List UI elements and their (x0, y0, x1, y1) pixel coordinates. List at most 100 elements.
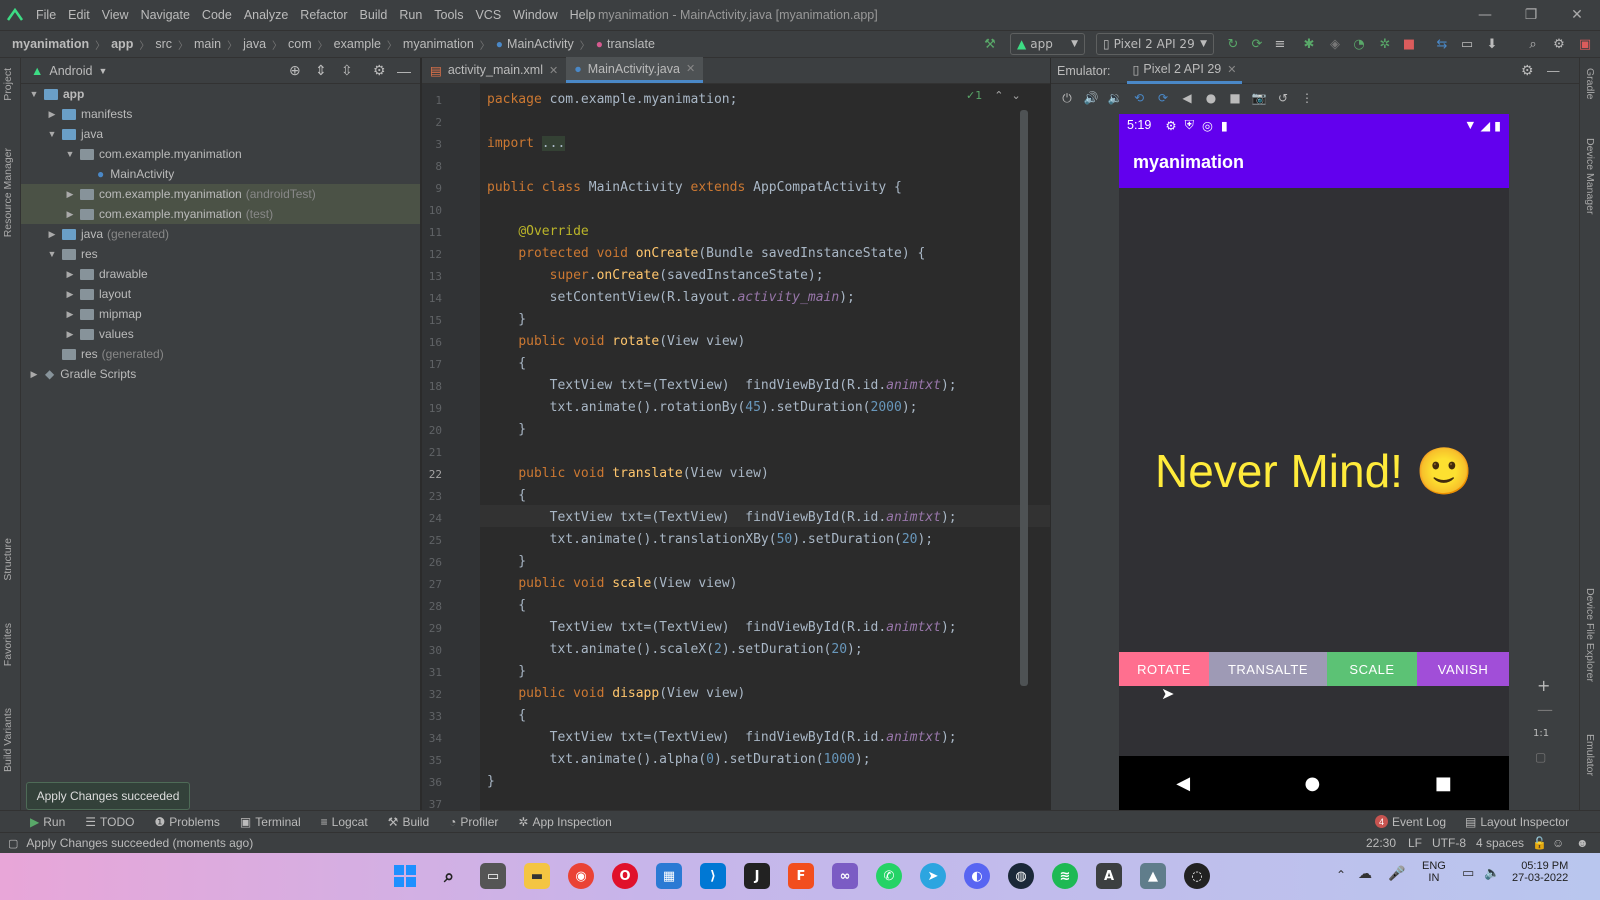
code-line[interactable]: { (487, 598, 526, 613)
code-line[interactable]: TextView txt=(TextView) findViewById(R.i… (487, 620, 957, 635)
home-icon[interactable]: ● (1201, 91, 1221, 105)
menu-navigate[interactable]: Navigate (135, 8, 196, 22)
tab-mainactivity-java[interactable]: ● MainActivity.java ✕ (566, 57, 704, 83)
close-tab-icon[interactable]: ✕ (1227, 63, 1236, 76)
overview-icon[interactable]: ■ (1435, 773, 1452, 794)
task-view-icon[interactable]: ▭ (480, 863, 506, 889)
code-line[interactable]: import ... (487, 136, 566, 151)
windows-start-icon[interactable] (392, 863, 418, 889)
chevron-down-icon[interactable]: ▼ (98, 66, 107, 76)
clock[interactable]: 05:19 PM 27-03-2022 (1512, 860, 1568, 884)
run-tool-button[interactable]: ▶ Run (0, 815, 75, 829)
menu-tools[interactable]: Tools (428, 8, 469, 22)
more-icon[interactable]: ⋮ (1297, 91, 1317, 105)
rotate-button[interactable]: ROTATE (1119, 652, 1209, 686)
tree-item-package-androidtest[interactable]: ▶ com.example.myanimation (androidTest) (21, 184, 420, 204)
menu-help[interactable]: Help (564, 8, 602, 22)
tree-item-app[interactable]: ▼ app (21, 84, 420, 104)
editor-scrollbar[interactable] (1020, 110, 1028, 686)
build-tool-button[interactable]: ⚒ Build (378, 815, 439, 829)
settings-icon[interactable]: ⚙ (1550, 35, 1568, 53)
vanish-button[interactable]: VANISH (1417, 652, 1509, 686)
tree-item-package-test[interactable]: ▶ com.example.myanimation (test) (21, 204, 420, 224)
close-tab-icon[interactable]: ✕ (549, 64, 558, 77)
coverage-icon[interactable]: ◈ (1326, 35, 1344, 53)
tree-item-mainactivity[interactable]: ● MainActivity (21, 164, 420, 184)
build-variants-tab[interactable]: Build Variants (2, 708, 14, 772)
code-line[interactable]: public void rotate(View view) (487, 334, 745, 349)
code-line[interactable]: } (487, 554, 526, 569)
tree-item-package[interactable]: ▼ com.example.myanimation (21, 144, 420, 164)
menu-build[interactable]: Build (354, 8, 394, 22)
status-panel-icon[interactable]: ▢ (8, 837, 18, 850)
chevron-up-icon[interactable]: ⌃ (994, 89, 1003, 102)
device-manager-tab[interactable]: Device Manager (1584, 138, 1596, 214)
chrome-icon[interactable]: ◉ (568, 863, 594, 889)
power-icon[interactable]: ⏻ (1057, 91, 1077, 106)
favorites-tab[interactable]: Favorites (2, 623, 14, 666)
back-icon[interactable]: ◀ (1177, 91, 1197, 105)
inspector-face-icon[interactable]: ☺ (1552, 836, 1564, 850)
code-line[interactable]: txt.animate().rotationBy(45).setDuration… (487, 400, 918, 415)
code-line[interactable]: protected void onCreate(Bundle savedInst… (487, 246, 925, 261)
gear-icon[interactable]: ⚙ (373, 62, 386, 79)
code-line[interactable]: public class MainActivity extends AppCom… (487, 180, 902, 195)
tab-emulator-device[interactable]: ▯ Pixel 2 API 29 ✕ (1126, 58, 1243, 84)
tree-item-java[interactable]: ▼ java (21, 124, 420, 144)
zoom-reset[interactable]: 1:1 (1533, 728, 1549, 739)
translate-button[interactable]: TRANSALTE (1209, 652, 1327, 686)
telegram-icon[interactable]: ➤ (920, 863, 946, 889)
code-line[interactable]: { (487, 488, 526, 503)
event-log-button[interactable]: 4 Event Log (1365, 815, 1456, 829)
menu-refactor[interactable]: Refactor (294, 8, 353, 22)
steam-icon[interactable]: ◍ (1008, 863, 1034, 889)
menu-window[interactable]: Window (507, 8, 563, 22)
resource-manager-tab[interactable]: Resource Manager (2, 148, 14, 237)
home-icon[interactable]: ● (1305, 773, 1321, 794)
code-line[interactable]: } (487, 774, 495, 789)
menu-vcs[interactable]: VCS (469, 8, 507, 22)
code-line[interactable]: txt.animate().translationXBy(50).setDura… (487, 532, 934, 547)
project-tool-tab[interactable]: Project (2, 68, 14, 101)
breadcrumb-item[interactable]: myanimation (0, 37, 93, 51)
zoom-in-icon[interactable]: + (1537, 676, 1550, 695)
expand-all-icon[interactable]: ⇕ (315, 62, 327, 79)
project-view-select[interactable]: Android (49, 64, 92, 78)
tree-item-manifests[interactable]: ▶ manifests (21, 104, 420, 124)
breadcrumb-item[interactable]: src (151, 37, 176, 51)
gradle-tab[interactable]: Gradle (1584, 68, 1596, 100)
tree-item-java-generated[interactable]: ▶ java (generated) (21, 224, 420, 244)
camera-icon[interactable]: 📷 (1249, 91, 1269, 105)
breadcrumb-item[interactable]: myanimation (399, 37, 478, 51)
back-icon[interactable]: ◀ (1176, 773, 1190, 794)
menu-file[interactable]: File (30, 8, 62, 22)
code-line[interactable]: TextView txt=(TextView) findViewById(R.i… (487, 378, 957, 393)
breadcrumb-item[interactable]: example (330, 37, 385, 51)
breadcrumb-item[interactable]: app (107, 37, 137, 51)
code-line[interactable]: package com.example.myanimation; (487, 92, 737, 107)
caret-position[interactable]: 22:30 (1366, 836, 1396, 850)
line-separator[interactable]: LF (1408, 836, 1422, 850)
profile-icon[interactable]: ◔ (1350, 35, 1368, 53)
overview-icon[interactable]: ■ (1225, 91, 1245, 105)
lock-icon[interactable]: 🔓 (1532, 836, 1547, 850)
menu-edit[interactable]: Edit (62, 8, 96, 22)
attach-debugger-icon[interactable]: ✲ (1376, 35, 1394, 53)
visual-studio-icon[interactable]: ∞ (832, 863, 858, 889)
tree-item-res-generated[interactable]: res (generated) (21, 344, 420, 364)
close-tab-icon[interactable]: ✕ (686, 62, 695, 75)
code-line[interactable]: txt.animate().scaleX(2).setDuration(20); (487, 642, 863, 657)
network-icon[interactable]: ▭ (1462, 866, 1474, 881)
breadcrumb-item[interactable]: java (239, 37, 270, 51)
sync-gradle-icon[interactable]: ⇆ (1433, 35, 1451, 53)
cloud-icon[interactable]: ☁ (1358, 866, 1372, 882)
stop-icon[interactable]: ■ (1400, 35, 1418, 53)
breadcrumb-item[interactable]: MainActivity (503, 37, 578, 51)
spotify-icon[interactable]: ≋ (1052, 863, 1078, 889)
tree-item-drawable[interactable]: ▶ drawable (21, 264, 420, 284)
account-icon[interactable]: ▣ (1576, 35, 1594, 53)
problems-tool-button[interactable]: ❶ Problems (144, 815, 229, 829)
code-line[interactable]: super.onCreate(savedInstanceState); (487, 268, 824, 283)
menu-view[interactable]: View (96, 8, 135, 22)
opera-icon[interactable]: O (612, 863, 638, 889)
